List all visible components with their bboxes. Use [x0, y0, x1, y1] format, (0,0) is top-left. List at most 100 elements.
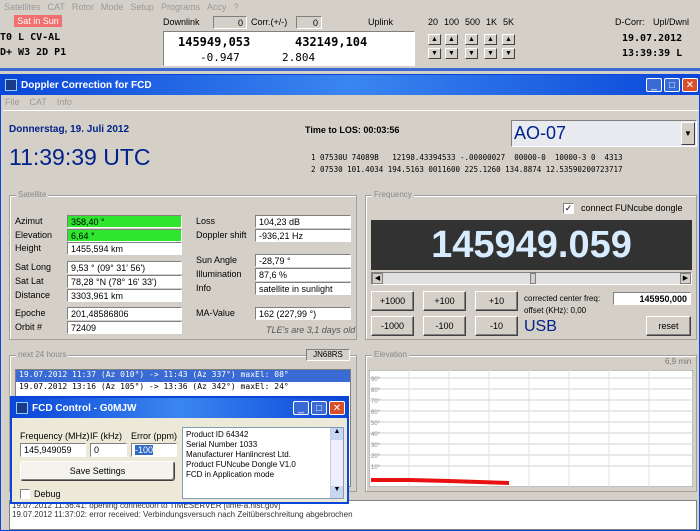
satellite-app-icon	[5, 79, 17, 91]
fcd-window-title: FCD Control - G0MJW	[32, 402, 137, 414]
dcorr-label: D-Corr:	[615, 17, 645, 27]
left-status-line-1: T0 L CV-AL	[0, 32, 61, 43]
slider-right-arrow[interactable]: ▶	[680, 273, 691, 284]
menu-rotor[interactable]: Rotor	[72, 2, 94, 12]
menu-file[interactable]: File	[5, 97, 20, 107]
left-status-line-2: D+ W3 2D P1	[0, 47, 67, 58]
clock-time: 13:39:39 L	[622, 48, 683, 59]
menu-setup[interactable]: Setup	[130, 2, 154, 12]
fcd-info-scrollbar[interactable]: ▲ ▼	[330, 428, 343, 498]
slider-left-arrow[interactable]: ◀	[372, 273, 383, 284]
utc-clock: 11:39:39 UTC	[9, 144, 151, 170]
minus-10-button[interactable]: -10	[475, 316, 518, 336]
maximize-icon[interactable]: □	[664, 78, 680, 92]
fcd-info-line-4: Product FUNcube Dongle V1.0	[186, 460, 296, 469]
scroll-down-icon[interactable]: ▼	[331, 486, 343, 498]
downlink-frequency: 145949,053	[178, 35, 251, 49]
scroll-up-icon[interactable]: ▲	[331, 428, 343, 440]
center-freq-label: corrected center freq:	[524, 294, 601, 303]
connect-dongle-label: connect FUNcube dongle	[581, 203, 683, 213]
fcd-info-line-3: Manufacturer Hanlincrest Ltd.	[186, 450, 291, 459]
epoche-label: Epoche	[15, 308, 46, 318]
illumination-value: 87,6 %	[255, 268, 351, 281]
plus-100-button[interactable]: +100	[423, 291, 466, 311]
step-up-arrow-3[interactable]: ▲	[465, 34, 478, 45]
fcd-app-icon	[16, 402, 28, 414]
downlink-correction: -0.947	[200, 51, 240, 64]
ma-value-label: MA-Value	[196, 308, 235, 318]
connect-dongle-checkbox[interactable]: ✓	[563, 203, 574, 214]
step-down-arrow-4[interactable]: ▼	[484, 48, 497, 59]
downlink-count: 0	[213, 16, 247, 29]
fcd-minimize-icon[interactable]: _	[293, 401, 309, 415]
pass-row-2[interactable]: 19.07.2012 13:16 (Az 105°) -> 13:36 (Az …	[16, 382, 350, 394]
info-label: Info	[196, 283, 212, 293]
satellite-select[interactable]: AO-07 ▼	[511, 120, 697, 147]
step-down-arrow-3[interactable]: ▼	[465, 48, 478, 59]
satellite-select-value: AO-07	[514, 123, 567, 143]
elevation-tick-label: 50°	[371, 421, 381, 427]
mode-indicator: USB	[524, 318, 557, 335]
pass-row-1[interactable]: 19.07.2012 11:37 (Az 010°) -> 11:43 (Az …	[16, 370, 350, 382]
step-up-arrow-4[interactable]: ▲	[484, 34, 497, 45]
corr-count: 0	[296, 16, 322, 29]
minus-1000-button[interactable]: -1000	[371, 316, 414, 336]
frequency-group-title: Frequency	[372, 190, 414, 199]
step-up-arrow-1[interactable]: ▲	[428, 34, 441, 45]
debug-checkbox[interactable]	[20, 489, 30, 499]
menu-help[interactable]: ?	[233, 2, 238, 12]
step-down-arrow-1[interactable]: ▼	[428, 48, 441, 59]
menu-accy[interactable]: Accy	[207, 2, 227, 12]
sat-long-value: 9,53 ° (09° 31' 56')	[67, 261, 182, 274]
menu-cat[interactable]: CAT	[48, 2, 65, 12]
loss-value: 104,23 dB	[255, 215, 351, 228]
step-down-arrow-5[interactable]: ▼	[502, 48, 515, 59]
fcd-close-icon[interactable]: ✕	[329, 401, 345, 415]
frequency-slider[interactable]: ◀ ▶	[371, 272, 692, 285]
minimize-icon[interactable]: _	[646, 78, 662, 92]
clock-date: 19.07.2012	[622, 33, 683, 44]
tle-line-1: 1 07530U 74089B 12198.43394533 -.0000002…	[311, 153, 623, 162]
fcd-info-line-2: Serial Number 1033	[186, 440, 258, 449]
satellite-group-title: Satellite	[16, 190, 49, 199]
step-1k: 1K	[486, 17, 498, 27]
time-to-los: Time to LOS: 00:03:56	[305, 125, 400, 135]
close-icon[interactable]: ✕	[682, 78, 698, 92]
fcd-error-input[interactable]: -100	[131, 443, 177, 457]
slider-thumb[interactable]	[530, 273, 536, 284]
elevation-chart-background	[369, 370, 693, 487]
fcd-info-line-5: FCD in Application mode	[186, 470, 275, 479]
step-up-arrow-2[interactable]: ▲	[445, 34, 458, 45]
reset-button[interactable]: reset	[646, 316, 691, 336]
doppler-menubar: File CAT Info	[5, 97, 72, 107]
step-down-arrow-2[interactable]: ▼	[445, 48, 458, 59]
plus-10-button[interactable]: +10	[475, 291, 518, 311]
plus-1000-button[interactable]: +1000	[371, 291, 414, 311]
menu-satellites[interactable]: Satellites	[4, 2, 41, 12]
minus-100-button[interactable]: -100	[423, 316, 466, 336]
center-freq-value: 145950,000	[613, 292, 691, 305]
menu-cat-doppler[interactable]: CAT	[30, 97, 47, 107]
step-up-arrow-5[interactable]: ▲	[502, 34, 515, 45]
chevron-down-icon[interactable]: ▼	[681, 122, 695, 145]
illumination-label: Illumination	[196, 269, 242, 279]
sun-angle-label: Sun Angle	[196, 255, 238, 265]
save-settings-button[interactable]: Save Settings	[20, 461, 175, 481]
menu-mode[interactable]: Mode	[101, 2, 124, 12]
menu-programs[interactable]: Programs	[161, 2, 200, 12]
fcd-error-selected: -100	[135, 445, 154, 455]
fcd-error-label: Error (ppm)	[131, 431, 178, 441]
sat-lat-label: Sat Lat	[15, 276, 44, 286]
corr-label: Corr.(+/-)	[251, 17, 288, 27]
elevation-tick-label: 40°	[371, 432, 381, 438]
log-panel[interactable]: 19.07.2012 11:36:41: opening connection …	[9, 500, 697, 530]
fcd-if-input[interactable]: 0	[90, 443, 127, 457]
menu-info[interactable]: Info	[57, 97, 72, 107]
passes-group-title: next 24 hours	[16, 350, 69, 359]
fcd-maximize-icon[interactable]: □	[311, 401, 327, 415]
fcd-frequency-input[interactable]: 145,949059	[20, 443, 86, 457]
elevation-minutes: 6,9 min	[665, 357, 692, 366]
doppler-window-title: Doppler Correction for FCD	[21, 79, 152, 91]
offset-label: offset (KHz): 0,00	[524, 306, 587, 315]
elevation-value: 6,64 °	[67, 229, 182, 242]
